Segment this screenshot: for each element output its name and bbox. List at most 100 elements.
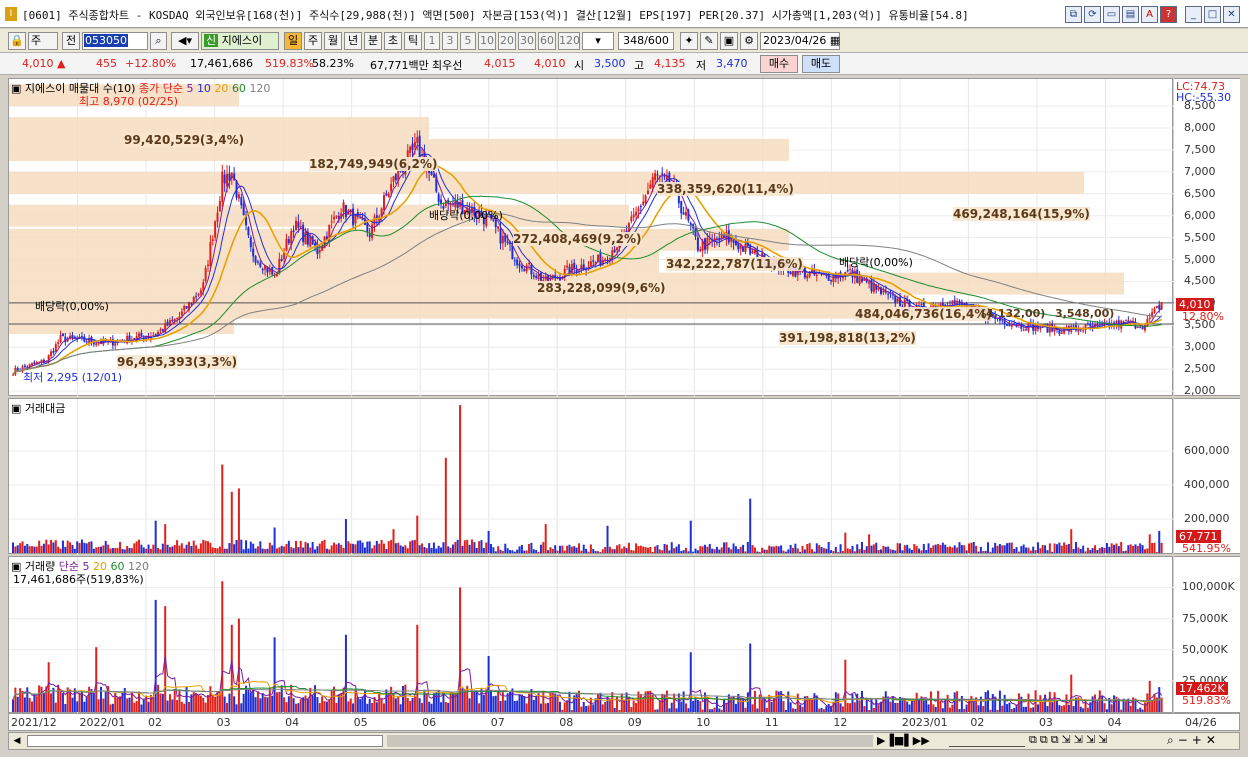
scroll-left-icon[interactable]: ◀ <box>10 734 24 748</box>
volume-bar <box>104 691 107 712</box>
calendar-icon: ▦ <box>829 34 841 47</box>
ma-120: 120 <box>249 82 271 95</box>
refresh-icon[interactable]: ⟳ <box>1084 6 1101 23</box>
profile-label-7: 283,228,099(9,6%) <box>537 281 666 295</box>
price-axis[interactable]: LC:74.73 HC:-55.30 8,500 8,000 7,500 7,000 6… <box>1174 78 1240 397</box>
minute-120[interactable]: 120 <box>558 32 580 50</box>
close-icon[interactable]: ✕ <box>1223 6 1240 23</box>
candle-body <box>858 276 861 284</box>
amount-bar <box>349 543 352 553</box>
volume-axis[interactable]: 100,000K 75,000K 50,000K 25,000K 17,462K 51… <box>1174 556 1240 713</box>
candle-body <box>920 304 923 306</box>
help-icon[interactable]: ? <box>1160 6 1177 23</box>
volume-panel[interactable]: ▣ 거래량 단순 5 20 60 120 17,461,686주(519,83%… <box>8 556 1174 714</box>
volume-bar <box>875 699 878 712</box>
minute-10[interactable]: 10 <box>478 32 496 50</box>
panel-close-icon[interactable]: ▣ <box>11 82 21 95</box>
amount-bar <box>692 551 695 553</box>
minute-5[interactable]: 5 <box>460 32 476 50</box>
amount-bar <box>1115 543 1118 553</box>
window-title: [0601] 주식종합차트 - KOSDAQ 외국인보유[168(천)] 주식수… <box>22 9 969 22</box>
play-icon[interactable]: ▶▐■▌▶▶ <box>877 734 930 747</box>
period-month[interactable]: 월 <box>324 32 342 50</box>
stock-name-field[interactable]: 신 지에스이 <box>201 32 279 50</box>
period-week[interactable]: 주 <box>304 32 322 50</box>
amount-bar <box>123 549 126 553</box>
lock-icon[interactable]: 🔒 <box>8 32 26 50</box>
chart-scrollbar[interactable]: ◀ ▶▐■▌▶▶ ⧉⧉⧉⇲⇲⇲⇲ ⌕−+✕ <box>8 732 1240 750</box>
period-tick[interactable]: 틱 <box>404 32 422 50</box>
sell-button[interactable]: 매도 <box>802 55 840 73</box>
buy-button[interactable]: 매수 <box>760 55 798 73</box>
turnover-ratio: 58.23% <box>312 57 354 70</box>
x-last-date: 04/26 <box>1185 716 1217 729</box>
amount-bar <box>271 545 274 553</box>
period-second[interactable]: 초 <box>384 32 402 50</box>
volume-bar <box>587 705 590 712</box>
search-icon[interactable]: ⌕ <box>150 32 167 50</box>
amount-bar <box>537 551 540 553</box>
amount-axis[interactable]: 600,000 400,000 200,000 67,771 541.95% <box>1174 398 1240 555</box>
candle-body <box>152 335 155 337</box>
amount-bar <box>998 544 1001 553</box>
restore-icon[interactable]: ⧉ <box>1065 6 1082 23</box>
font-icon[interactable]: A <box>1141 6 1158 23</box>
window-icon[interactable]: ▭ <box>1103 6 1120 23</box>
count-field[interactable]: 348/600 <box>618 32 674 50</box>
volume-bar <box>102 698 105 712</box>
speaker-icon[interactable]: ◀▾ <box>171 32 199 50</box>
market-select[interactable]: 주 <box>28 32 58 50</box>
panel-close-icon[interactable]: ▣ <box>11 402 21 415</box>
period-minute[interactable]: 분 <box>364 32 382 50</box>
scroll-track[interactable] <box>387 735 873 747</box>
settings-icon[interactable]: ⚙ <box>740 32 758 50</box>
amount-bar <box>761 547 764 553</box>
candle-body <box>597 254 600 262</box>
open-label: 시 <box>574 59 585 72</box>
scroll-thumb[interactable] <box>27 735 383 747</box>
amount-bar <box>558 545 561 553</box>
amount-bar <box>984 550 987 553</box>
prev-button[interactable]: 전 <box>62 32 80 50</box>
volume-bar <box>1082 708 1085 712</box>
minute-30[interactable]: 30 <box>518 32 536 50</box>
minute-20[interactable]: 20 <box>498 32 516 50</box>
minute-60[interactable]: 60 <box>538 32 556 50</box>
volume-bar <box>592 704 595 712</box>
candle-body <box>1158 304 1161 310</box>
maximize-icon[interactable]: □ <box>1204 6 1221 23</box>
amount-bar <box>321 540 324 553</box>
amount-bar <box>430 547 433 553</box>
amount-bar <box>264 549 267 553</box>
chart-tool-icon[interactable]: ✎ <box>700 32 718 50</box>
amount-bar <box>440 547 443 553</box>
period-year[interactable]: 년 <box>344 32 362 50</box>
amount-bar <box>183 548 186 553</box>
period-day[interactable]: 일 <box>284 32 302 50</box>
volume-bar <box>1010 708 1013 712</box>
minute-custom[interactable]: ▾ <box>582 32 614 50</box>
amount-bar <box>680 551 683 553</box>
volume-bar <box>1098 690 1101 712</box>
date-field[interactable]: 2023/04/26 ▦ <box>760 32 840 50</box>
print-icon[interactable]: ▤ <box>1122 6 1139 23</box>
zoom-icons[interactable]: ⌕−+✕ <box>1167 733 1220 748</box>
volume-bar <box>751 704 754 712</box>
amount-bar <box>1063 542 1066 553</box>
amount-bar <box>825 548 828 553</box>
amount-bar <box>934 544 937 553</box>
save-icon[interactable]: ▣ <box>720 32 738 50</box>
minute-3[interactable]: 3 <box>442 32 458 50</box>
volume-bar <box>796 693 799 712</box>
price-panel[interactable]: ▣ 지에스이 매물대 수(10) 종가 단순 5 10 20 60 120 최고… <box>8 78 1174 397</box>
volume-bar <box>558 701 561 712</box>
stock-code-input[interactable]: 053050 <box>82 32 148 50</box>
volume-bar <box>939 700 942 712</box>
amount-panel[interactable]: ▣ 거래대금 <box>8 398 1174 555</box>
crosshair-icon[interactable]: ✦ <box>680 32 698 50</box>
minimize-icon[interactable]: _ <box>1185 6 1202 23</box>
minute-1[interactable]: 1 <box>424 32 440 50</box>
chart-toolbar: 🔒 주 전 053050 ⌕ ◀▾ 신 지에스이 일 주 월 년 분 초 틱 1… <box>0 29 1248 53</box>
chart-tools-icon[interactable]: ⧉⧉⧉⇲⇲⇲⇲ <box>1029 733 1110 747</box>
zoom-slider[interactable] <box>949 735 1025 747</box>
